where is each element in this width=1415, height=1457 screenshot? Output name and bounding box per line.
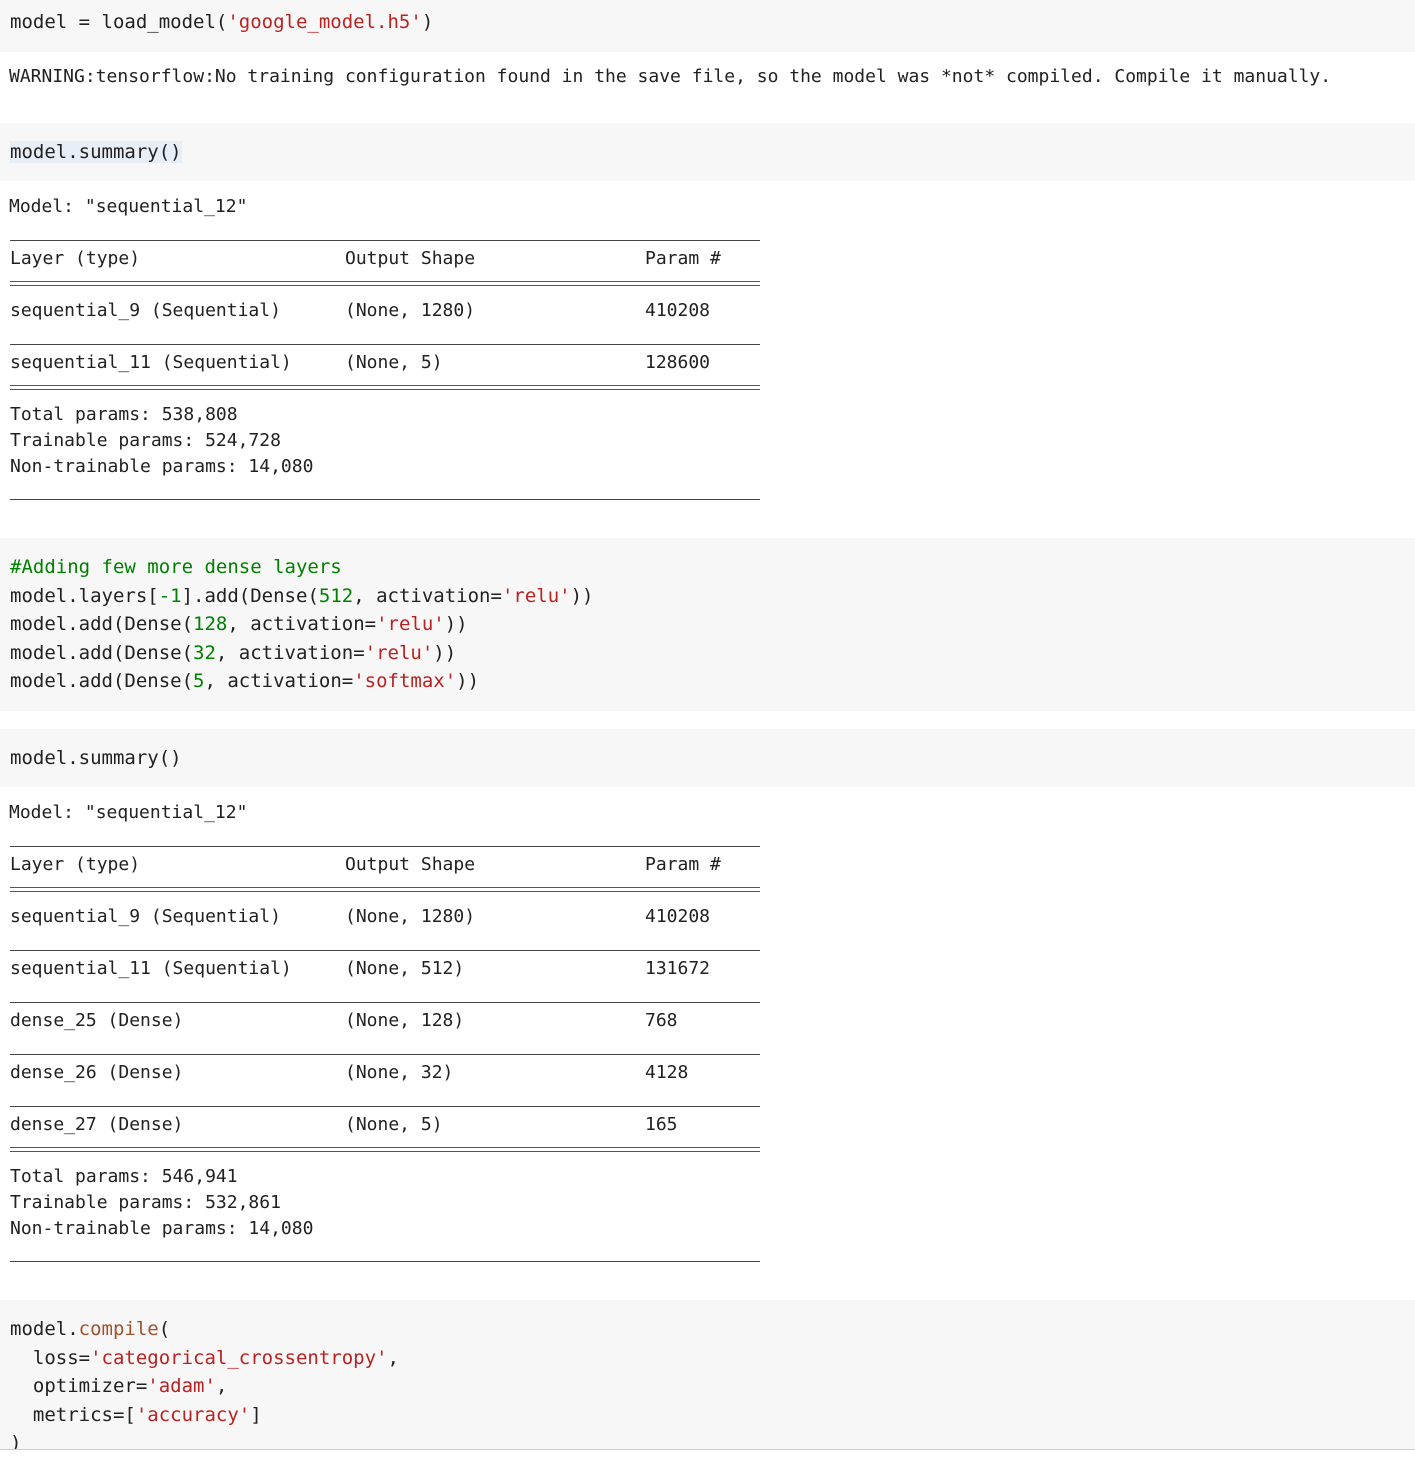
code-line: optimizer='adam',: [10, 1375, 228, 1397]
code-cell-summary-2[interactable]: model.summary(): [0, 729, 1415, 787]
code-cell-compile[interactable]: model.compile( loss='categorical_crossen…: [0, 1300, 1415, 1449]
header-layer: Layer (type): [10, 854, 141, 875]
divider-double: [10, 281, 760, 286]
row-param: 165: [645, 1114, 678, 1135]
row-output: (None, 5): [345, 352, 443, 373]
divider: [10, 1002, 760, 1003]
total-params: Total params: 546,941: [10, 1166, 238, 1187]
header-layer: Layer (type): [10, 248, 141, 269]
row-output: (None, 5): [345, 1114, 443, 1135]
divider: [10, 1054, 760, 1055]
horizontal-scrollbar[interactable]: [0, 1449, 1415, 1457]
code-comment: #Adding few more dense layers: [10, 556, 342, 578]
row-param: 410208: [645, 300, 711, 321]
code-line: loss='categorical_crossentropy',: [10, 1347, 399, 1369]
row-output: (None, 1280): [345, 300, 476, 321]
divider: [10, 846, 760, 847]
row-param: 131672: [645, 958, 711, 979]
divider-double: [10, 887, 760, 892]
code-line: ): [10, 1432, 22, 1449]
output-summary-2: Model: "sequential_12" Layer (type) Outp…: [0, 787, 1415, 1297]
row-layer: sequential_11 (Sequential): [10, 958, 292, 979]
divider: [10, 1106, 760, 1107]
divider-double: [10, 385, 760, 390]
code-line: model.add(Dense(32, activation='relu')): [10, 642, 457, 664]
divider: [10, 1261, 760, 1262]
divider: [10, 344, 760, 345]
row-layer: sequential_9 (Sequential): [10, 906, 281, 927]
code-line: model.compile(: [10, 1318, 171, 1340]
header-output: Output Shape: [345, 854, 476, 875]
output-summary-1: Model: "sequential_12" Layer (type) Outp…: [0, 181, 1415, 537]
code-cell-dense-layers[interactable]: #Adding few more dense layers model.laye…: [0, 538, 1415, 711]
model-name: Model: "sequential_12": [9, 802, 248, 823]
header-param: Param #: [645, 248, 721, 269]
trainable-params: Trainable params: 524,728: [10, 430, 281, 451]
row-layer: sequential_9 (Sequential): [10, 300, 281, 321]
header-param: Param #: [645, 854, 721, 875]
divider: [10, 240, 760, 241]
row-layer: dense_25 (Dense): [10, 1010, 184, 1031]
row-layer: dense_26 (Dense): [10, 1062, 184, 1083]
divider: [10, 499, 760, 500]
code-cell-load-model[interactable]: model = load_model('google_model.h5'): [0, 0, 1415, 52]
row-param: 4128: [645, 1062, 689, 1083]
header-output: Output Shape: [345, 248, 476, 269]
row-output: (None, 128): [345, 1010, 465, 1031]
model-name: Model: "sequential_12": [9, 196, 248, 217]
code-line: model.add(Dense(5, activation='softmax')…: [10, 670, 480, 692]
row-output: (None, 1280): [345, 906, 476, 927]
row-param: 768: [645, 1010, 678, 1031]
row-output: (None, 512): [345, 958, 465, 979]
row-layer: dense_27 (Dense): [10, 1114, 184, 1135]
code-line: model = load_model('google_model.h5'): [10, 11, 434, 33]
code-line: model.summary(): [10, 141, 182, 163]
row-output: (None, 32): [345, 1062, 454, 1083]
row-layer: sequential_11 (Sequential): [10, 352, 292, 373]
non-trainable-params: Non-trainable params: 14,080: [10, 456, 314, 477]
divider-double: [10, 1147, 760, 1152]
code-cell-summary-1[interactable]: model.summary(): [0, 123, 1415, 181]
code-line: model.layers[-1].add(Dense(512, activati…: [10, 585, 594, 607]
warning-text: WARNING:tensorflow:No training configura…: [9, 66, 1332, 87]
non-trainable-params: Non-trainable params: 14,080: [10, 1218, 314, 1239]
trainable-params: Trainable params: 532,861: [10, 1192, 281, 1213]
output-warning: WARNING:tensorflow:No training configura…: [0, 52, 1415, 122]
total-params: Total params: 538,808: [10, 404, 238, 425]
code-line: metrics=['accuracy']: [10, 1404, 262, 1426]
code-line: model.summary(): [10, 747, 182, 769]
divider: [10, 950, 760, 951]
row-param: 128600: [645, 352, 711, 373]
code-line: model.add(Dense(128, activation='relu')): [10, 613, 468, 635]
row-param: 410208: [645, 906, 711, 927]
